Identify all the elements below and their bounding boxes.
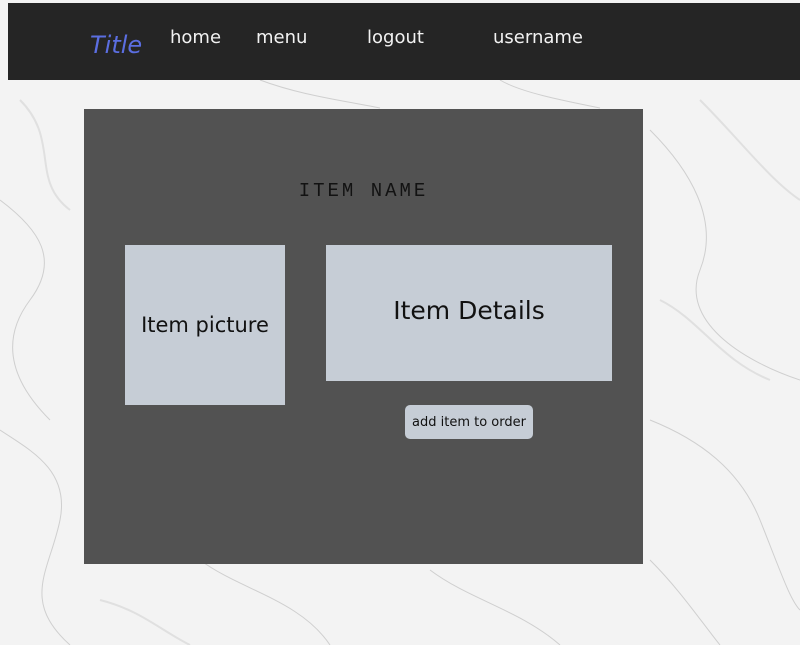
item-details: Item Details <box>326 245 612 381</box>
nav-home-link[interactable]: home <box>170 29 221 47</box>
site-title[interactable]: Title <box>90 33 142 57</box>
nav-menu-link[interactable]: menu <box>256 29 307 47</box>
top-navbar: Title home menu logout username <box>8 3 800 80</box>
item-name-heading: ITEM NAME <box>298 180 429 202</box>
nav-username-link[interactable]: username <box>493 29 583 47</box>
nav-logout-link[interactable]: logout <box>367 29 424 47</box>
add-item-to-order-button[interactable]: add item to order <box>405 405 533 439</box>
item-picture-label: Item picture <box>141 313 269 337</box>
item-panel: ITEM NAME Item picture Item Details add … <box>84 109 643 564</box>
item-picture: Item picture <box>125 245 285 405</box>
item-details-label: Item Details <box>393 295 545 325</box>
